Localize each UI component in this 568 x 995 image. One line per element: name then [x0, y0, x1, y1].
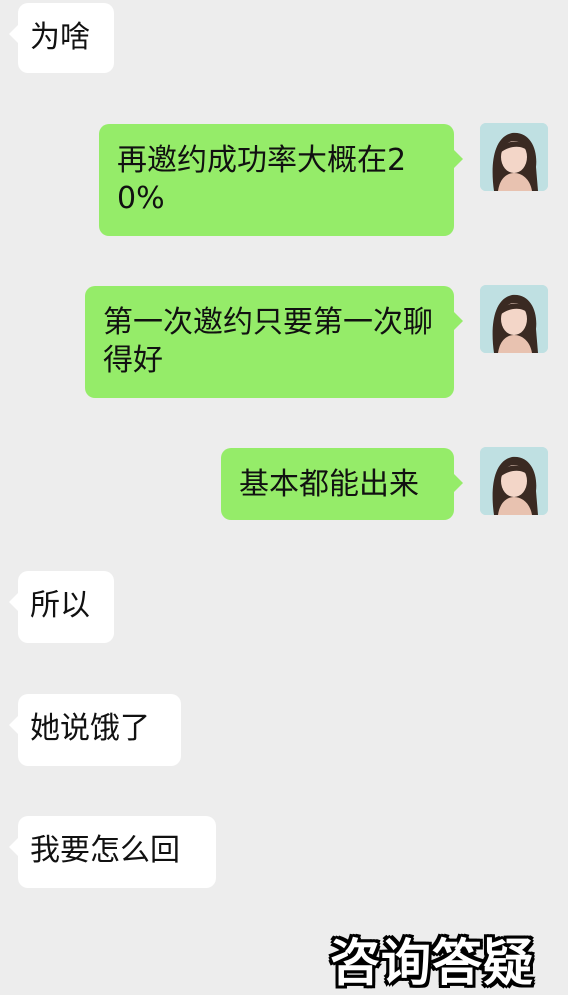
girl-portrait-icon	[480, 123, 548, 191]
girl-portrait-icon	[480, 447, 548, 515]
incoming-message-bubble[interactable]: 她说饿了	[9, 694, 181, 766]
outgoing-message-bubble[interactable]: 再邀约成功率大概在20%	[99, 124, 463, 236]
watermark-caption: 咨询答疑	[330, 934, 534, 992]
message-text: 所以	[30, 588, 90, 623]
girl-portrait-icon	[480, 285, 548, 353]
incoming-message-bubble[interactable]: 为啥	[9, 3, 114, 73]
message-text: 第一次邀约只要第一次聊得好	[103, 305, 433, 378]
message-text: 为啥	[30, 20, 90, 55]
message-text: 再邀约成功率大概在20%	[117, 143, 407, 216]
avatar[interactable]	[480, 447, 548, 515]
incoming-message-bubble[interactable]: 所以	[9, 571, 114, 643]
incoming-message-bubble[interactable]: 我要怎么回	[9, 816, 216, 888]
message-text: 基本都能出来	[239, 467, 419, 502]
outgoing-message-bubble[interactable]: 基本都能出来	[221, 448, 463, 520]
message-text: 我要怎么回	[30, 833, 180, 868]
avatar[interactable]	[480, 285, 548, 353]
chat-area: 为啥 再邀约成功率大概在20% 第一次邀约只要第一次聊得好 基本都能出来 所以 …	[0, 0, 568, 995]
outgoing-message-bubble[interactable]: 第一次邀约只要第一次聊得好	[85, 286, 463, 398]
message-text: 她说饿了	[30, 711, 150, 746]
avatar[interactable]	[480, 123, 548, 191]
